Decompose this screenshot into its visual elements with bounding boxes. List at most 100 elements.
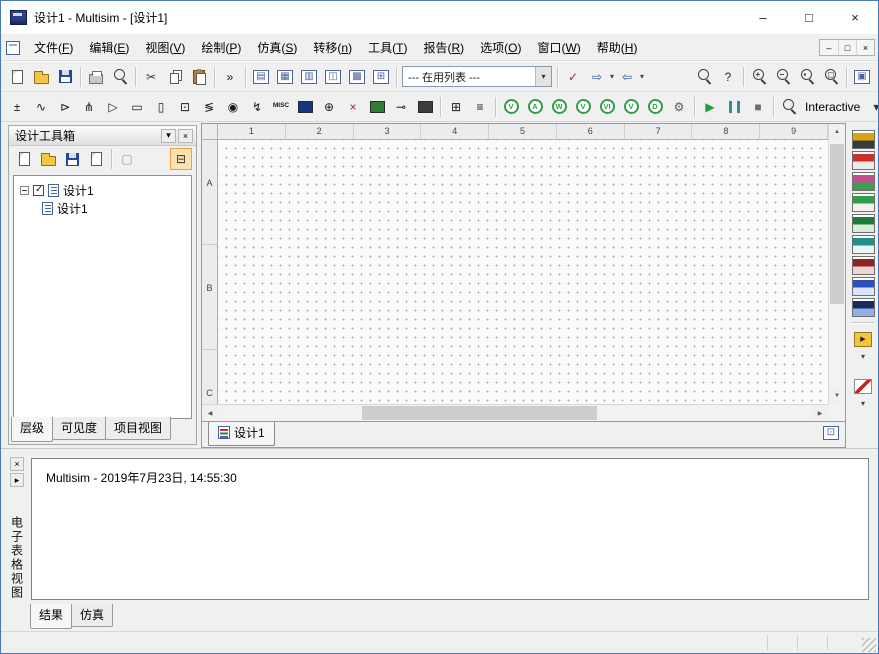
menu-item[interactable]: 视图(V): [137, 35, 193, 60]
new-icon[interactable]: [6, 66, 28, 88]
menu-item[interactable]: 帮助(H): [589, 35, 646, 60]
save-icon[interactable]: [61, 148, 83, 170]
horizontal-scroll-thumb[interactable]: [362, 406, 597, 420]
tab-simulation[interactable]: 仿真: [71, 604, 113, 627]
vertical-scroll-thumb[interactable]: [830, 144, 844, 304]
tab-hierarchy[interactable]: 层级: [11, 417, 53, 442]
word-generator-icon[interactable]: [852, 277, 875, 296]
menu-item[interactable]: 仿真(S): [249, 35, 305, 60]
show-all-toggle-icon[interactable]: ⊟: [170, 148, 192, 170]
tree-item-child[interactable]: 设计1: [16, 199, 189, 217]
maximize-button[interactable]: □: [786, 1, 832, 34]
run-simulation-icon[interactable]: ▶: [699, 96, 721, 118]
misc-digital-icon[interactable]: ⊡: [174, 96, 196, 118]
connector-icon[interactable]: ⊸: [390, 96, 412, 118]
back-annotate-icon[interactable]: ⇦: [616, 66, 638, 88]
close-button[interactable]: ×: [832, 1, 878, 34]
analog-icon[interactable]: ▷: [102, 96, 124, 118]
misc-icon[interactable]: MISC: [270, 96, 292, 118]
spreadsheet-view-toggle-icon[interactable]: ▦: [274, 66, 296, 88]
tree-item-label[interactable]: 设计1: [57, 200, 88, 217]
scroll-down-icon[interactable]: [829, 388, 845, 404]
close-icon[interactable]: ×: [10, 457, 24, 471]
ttl-icon[interactable]: ▭: [126, 96, 148, 118]
mdi-minimize-icon[interactable]: –: [820, 40, 838, 55]
cmos-icon[interactable]: ▯: [150, 96, 172, 118]
stop-simulation-icon[interactable]: ■: [747, 96, 769, 118]
zoom-in-icon[interactable]: +: [748, 66, 770, 88]
menu-item[interactable]: 绘制(P): [193, 35, 249, 60]
transistor-icon[interactable]: ⋔: [78, 96, 100, 118]
ni-component-icon[interactable]: [366, 96, 388, 118]
chevron-down-icon[interactable]: ▾: [535, 67, 551, 86]
mcu-icon[interactable]: [414, 96, 436, 118]
scroll-left-icon[interactable]: [202, 405, 218, 421]
sheet-bounds-icon[interactable]: ▣: [851, 66, 873, 88]
open-icon[interactable]: [37, 148, 59, 170]
paste-icon[interactable]: [188, 66, 210, 88]
frequency-counter-icon[interactable]: [852, 256, 875, 275]
chevron-down-icon[interactable]: ▾: [861, 399, 865, 408]
oscilloscope-icon[interactable]: [852, 193, 875, 212]
chevron-down-icon[interactable]: ▾: [861, 352, 865, 361]
in-use-list-combo[interactable]: --- 在用列表 ---▾: [402, 66, 552, 87]
interactive-dropdown-icon[interactable]: ▾: [865, 96, 879, 118]
current-probe-icon[interactable]: A: [524, 96, 546, 118]
cut-icon[interactable]: ✂: [140, 66, 162, 88]
multimeter-icon[interactable]: [852, 130, 875, 149]
basic-icon[interactable]: ∿: [30, 96, 52, 118]
minimize-button[interactable]: –: [740, 1, 786, 34]
wattmeter-icon[interactable]: [852, 172, 875, 191]
advanced-peripherals-icon[interactable]: [294, 96, 316, 118]
panel-menu-icon[interactable]: ▾: [161, 129, 176, 143]
vertical-scrollbar[interactable]: [828, 124, 845, 404]
menu-item[interactable]: 选项(O): [472, 35, 529, 60]
new-schematic-icon[interactable]: [13, 148, 35, 170]
logic-analyzer-icon[interactable]: [852, 298, 875, 317]
voltage-probe-icon[interactable]: V: [500, 96, 522, 118]
bode-plotter-icon[interactable]: [852, 235, 875, 254]
tab-visibility[interactable]: 可见度: [52, 417, 106, 440]
collapse-icon[interactable]: [20, 186, 29, 195]
bus-icon[interactable]: ≡: [469, 96, 491, 118]
panel-close-icon[interactable]: ×: [178, 129, 193, 143]
menu-item[interactable]: 窗口(W): [529, 35, 588, 60]
rf-icon[interactable]: ⊕: [318, 96, 340, 118]
power-icon[interactable]: ↯: [246, 96, 268, 118]
zoom-full-icon[interactable]: ◻: [820, 66, 842, 88]
menu-item[interactable]: 工具(T): [360, 35, 415, 60]
measurement-probe-icon[interactable]: [852, 375, 874, 397]
voltage-current-probe-icon[interactable]: VI: [596, 96, 618, 118]
zoom-area-icon[interactable]: ▪: [796, 66, 818, 88]
chevron-down-icon[interactable]: ▾: [640, 72, 644, 81]
horizontal-scrollbar[interactable]: [202, 404, 828, 421]
voltage-reference-probe-icon[interactable]: V: [620, 96, 642, 118]
source-icon[interactable]: ±: [6, 96, 28, 118]
digital-probe-icon[interactable]: D: [644, 96, 666, 118]
expand-icon[interactable]: ▸: [10, 473, 24, 487]
rename-icon[interactable]: ▢: [116, 148, 138, 170]
close-icon[interactable]: [85, 148, 107, 170]
mixed-icon[interactable]: ≶: [198, 96, 220, 118]
tree-item-root[interactable]: 设计1: [16, 181, 189, 199]
power-probe-icon[interactable]: W: [548, 96, 570, 118]
menu-item[interactable]: 转移(n): [305, 35, 360, 60]
postprocessor-icon[interactable]: ▩: [346, 66, 368, 88]
chevron-down-icon[interactable]: ▾: [610, 72, 614, 81]
four-channel-oscilloscope-icon[interactable]: [852, 214, 875, 233]
scroll-right-icon[interactable]: [812, 405, 828, 421]
zoom-out-icon[interactable]: −: [772, 66, 794, 88]
toolbar-overflow-icon[interactable]: »: [219, 66, 241, 88]
tree-item-label[interactable]: 设计1: [63, 182, 94, 199]
grapher-icon[interactable]: ◫: [322, 66, 344, 88]
electromechanical-icon[interactable]: ×: [342, 96, 364, 118]
find-icon[interactable]: [693, 66, 715, 88]
pause-simulation-icon[interactable]: [723, 96, 745, 118]
differential-voltage-probe-icon[interactable]: V: [572, 96, 594, 118]
tab-design1[interactable]: 设计1: [208, 422, 275, 446]
sheet-overview-icon[interactable]: ⊡: [823, 426, 839, 440]
mdi-close-icon[interactable]: ×: [856, 40, 874, 55]
copy-icon[interactable]: [164, 66, 186, 88]
breadboard-view-icon[interactable]: ⊞: [370, 66, 392, 88]
menu-item[interactable]: 文件(F): [26, 35, 81, 60]
